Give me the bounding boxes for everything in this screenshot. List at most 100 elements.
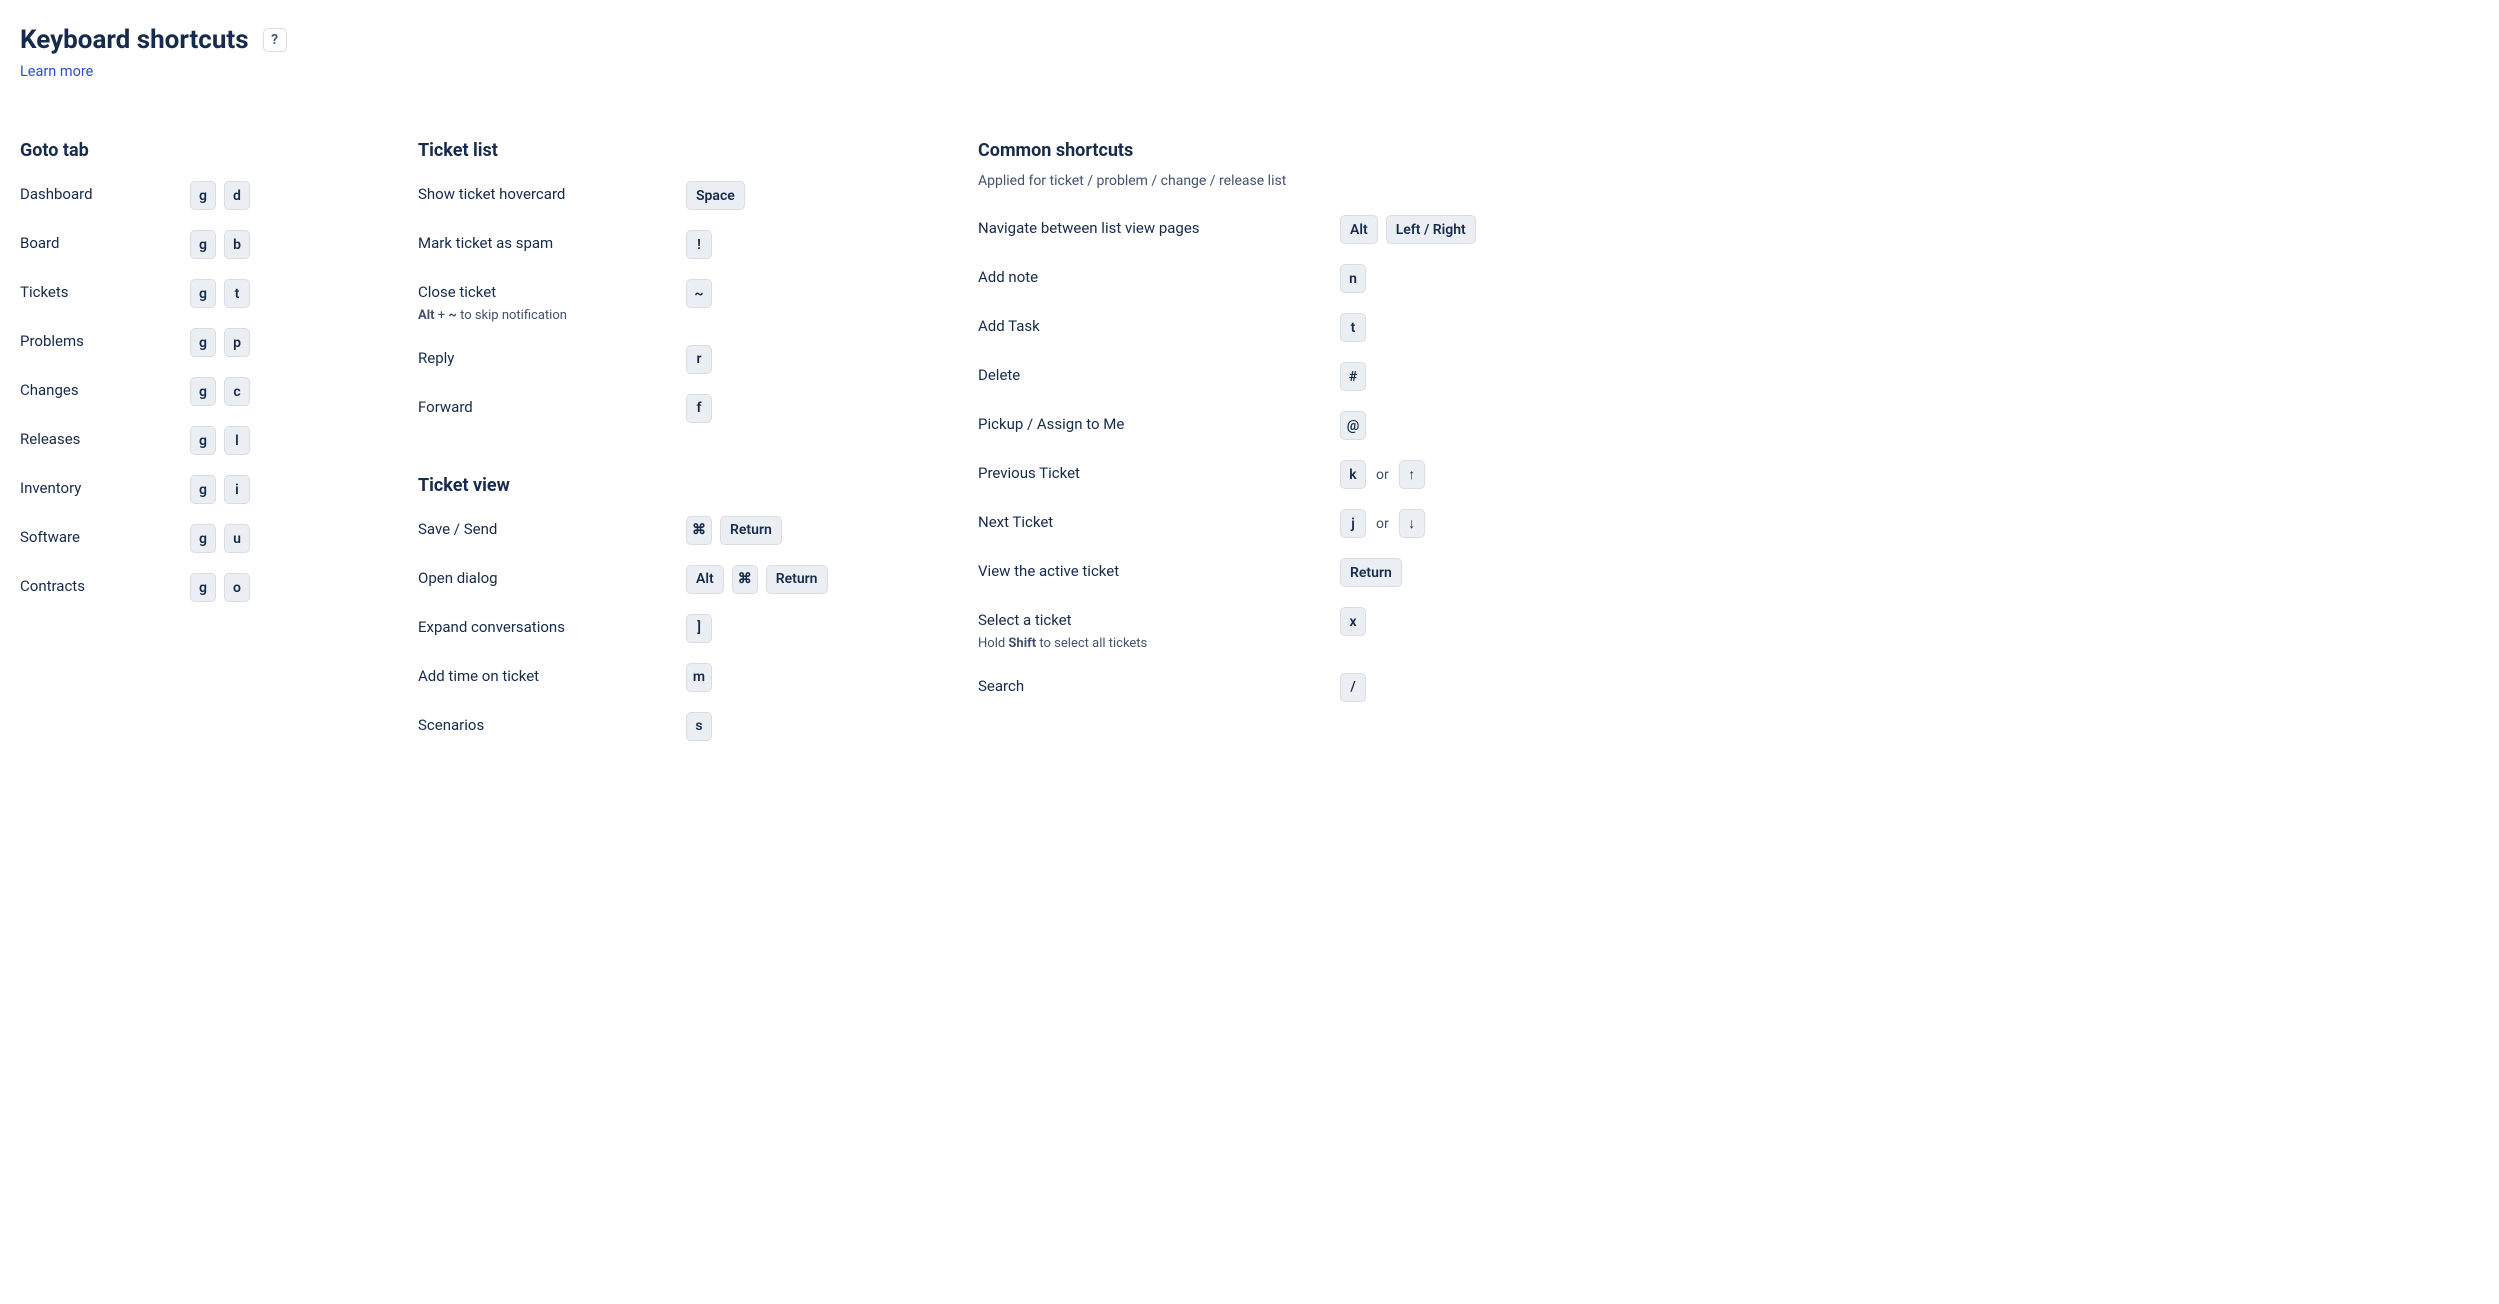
key: / bbox=[1340, 673, 1366, 702]
shortcut-hint: Hold Shift to select all tickets bbox=[978, 635, 1340, 653]
section-heading: Ticket view bbox=[418, 475, 978, 496]
shortcut-row: Delete# bbox=[978, 362, 1480, 391]
shortcut-row: Inventorygi bbox=[20, 475, 418, 504]
key: ! bbox=[686, 230, 712, 259]
shortcut-label: Save / Send bbox=[418, 520, 686, 540]
shortcut-keys: gi bbox=[190, 475, 250, 504]
shortcut-row: Ticketsgt bbox=[20, 279, 418, 308]
key: g bbox=[190, 377, 216, 406]
shortcut-keys: r bbox=[686, 345, 712, 374]
shortcut-row: Softwaregu bbox=[20, 524, 418, 553]
shortcut-row: Close ticketAlt + ~ to skip notification… bbox=[418, 279, 978, 325]
shortcut-label: Delete bbox=[978, 366, 1340, 386]
key: Left / Right bbox=[1386, 215, 1476, 244]
key: Return bbox=[1340, 558, 1402, 587]
column-ticket: Ticket list Show ticket hovercardSpace Mar… bbox=[418, 140, 978, 761]
shortcut-row: Add noten bbox=[978, 264, 1480, 293]
shortcut-label: Mark ticket as spam bbox=[418, 234, 686, 254]
shortcut-row: Add time on ticketm bbox=[418, 663, 978, 692]
section-heading: Goto tab bbox=[20, 140, 418, 161]
key: g bbox=[190, 524, 216, 553]
section-heading: Ticket list bbox=[418, 140, 978, 161]
key: Alt bbox=[1340, 215, 1378, 244]
shortcut-keys: gb bbox=[190, 230, 250, 259]
shortcut-keys: ] bbox=[686, 614, 712, 643]
shortcut-keys: s bbox=[686, 712, 712, 741]
shortcut-row: Forwardf bbox=[418, 394, 978, 423]
shortcut-keys: ! bbox=[686, 230, 712, 259]
key: g bbox=[190, 279, 216, 308]
shortcut-row: Open dialogAlt⌘Return bbox=[418, 565, 978, 594]
column-common: Common shortcutsApplied for ticket / pro… bbox=[978, 140, 1480, 761]
shortcut-label: Previous Ticket bbox=[978, 464, 1340, 484]
shortcut-label: Navigate between list view pages bbox=[978, 219, 1340, 239]
shortcut-label: View the active ticket bbox=[978, 562, 1340, 582]
key: Alt bbox=[686, 565, 724, 594]
shortcut-keys: gl bbox=[190, 426, 250, 455]
key: j bbox=[1340, 509, 1366, 538]
page-title: Keyboard shortcuts bbox=[20, 25, 249, 55]
shortcut-row: Scenarioss bbox=[418, 712, 978, 741]
key: g bbox=[190, 573, 216, 602]
shortcut-keys: kor ↑ bbox=[1340, 460, 1425, 489]
key: m bbox=[686, 663, 712, 692]
key: c bbox=[224, 377, 250, 406]
key: t bbox=[1340, 313, 1366, 342]
shortcut-row: Search/ bbox=[978, 673, 1480, 702]
shortcut-label: Scenarios bbox=[418, 716, 686, 736]
key: g bbox=[190, 328, 216, 357]
shortcut-keys: gd bbox=[190, 181, 250, 210]
shortcut-keys: gt bbox=[190, 279, 250, 308]
shortcut-row: Add Taskt bbox=[978, 313, 1480, 342]
key: Return bbox=[720, 516, 782, 545]
shortcut-label: Search bbox=[978, 677, 1340, 697]
section-description: Applied for ticket / problem / change / … bbox=[978, 173, 1480, 189]
key: g bbox=[190, 181, 216, 210]
shortcut-row: Boardgb bbox=[20, 230, 418, 259]
shortcut-label: Add Task bbox=[978, 317, 1340, 337]
shortcut-row: Select a ticket Hold Shift to select all … bbox=[978, 607, 1480, 653]
key-separator: or bbox=[1374, 467, 1391, 483]
key-separator: or bbox=[1374, 516, 1391, 532]
shortcut-label: Problems bbox=[20, 332, 190, 352]
shortcut-label: Board bbox=[20, 234, 190, 254]
shortcut-label: Releases bbox=[20, 430, 190, 450]
shortcut-row: Show ticket hovercardSpace bbox=[418, 181, 978, 210]
key: t bbox=[224, 279, 250, 308]
key: g bbox=[190, 230, 216, 259]
shortcut-label: Add time on ticket bbox=[418, 667, 686, 687]
shortcut-row: Save / Send⌘ Return bbox=[418, 516, 978, 545]
shortcut-label: Expand conversations bbox=[418, 618, 686, 638]
shortcut-row: Next Ticketjor↓ bbox=[978, 509, 1480, 538]
shortcut-keys: t bbox=[1340, 313, 1366, 342]
shortcut-keys: ~ bbox=[686, 279, 712, 308]
key: Return bbox=[766, 565, 828, 594]
shortcut-columns: Goto tabDashboardgdBoardgbTicketsgtProbl… bbox=[20, 140, 1480, 761]
key: ⌘ bbox=[686, 516, 712, 545]
shortcut-label: Forward bbox=[418, 398, 686, 418]
shortcut-row: Releasesgl bbox=[20, 426, 418, 455]
key: r bbox=[686, 345, 712, 374]
key: x bbox=[1340, 607, 1366, 636]
key: Space bbox=[686, 181, 745, 210]
help-button[interactable]: ? bbox=[263, 28, 287, 52]
shortcut-label: Software bbox=[20, 528, 190, 548]
shortcut-keys: n bbox=[1340, 264, 1366, 293]
key: # bbox=[1340, 362, 1366, 391]
shortcut-row: Mark ticket as spam! bbox=[418, 230, 978, 259]
key: g bbox=[190, 475, 216, 504]
key: ~ bbox=[686, 279, 712, 308]
shortcut-keys: ⌘ Return bbox=[686, 516, 782, 545]
shortcut-keys: # bbox=[1340, 362, 1366, 391]
key: b bbox=[224, 230, 250, 259]
shortcut-label: Reply bbox=[418, 349, 686, 369]
shortcut-label: Select a ticket bbox=[978, 611, 1340, 631]
shortcut-label: Dashboard bbox=[20, 185, 190, 205]
key: ↑ bbox=[1399, 460, 1425, 489]
key: n bbox=[1340, 264, 1366, 293]
shortcut-label: Open dialog bbox=[418, 569, 686, 589]
shortcut-keys: / bbox=[1340, 673, 1366, 702]
learn-more-link[interactable]: Learn more bbox=[20, 63, 93, 80]
shortcut-label: Close ticket bbox=[418, 283, 686, 303]
key: k bbox=[1340, 460, 1366, 489]
